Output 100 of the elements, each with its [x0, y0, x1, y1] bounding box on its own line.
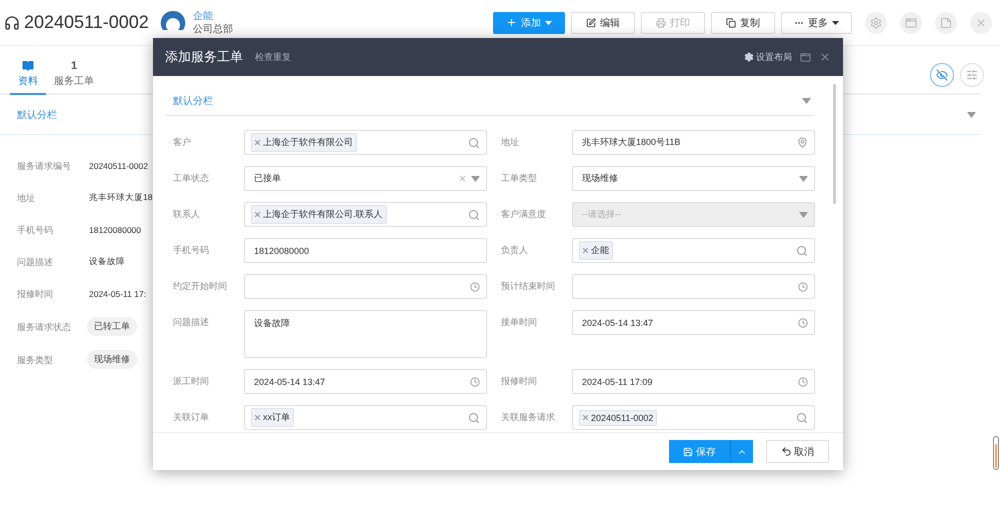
layout-button[interactable]: 设置布局 [744, 50, 792, 64]
clock-icon [798, 318, 808, 328]
remove-icon[interactable] [583, 415, 588, 420]
plus-icon [506, 17, 517, 28]
select-field[interactable]: 已接单 [244, 166, 487, 191]
field-label: 预计结束时间 [501, 280, 556, 293]
field-value: 设备故障 [89, 256, 126, 268]
search-icon [796, 412, 808, 424]
close-button[interactable] [970, 12, 992, 34]
status-tag: 已转工单 [87, 317, 137, 336]
eye-off-icon [936, 69, 948, 81]
field-label: 服务请求编号 [17, 160, 72, 173]
field-label: 派工时间 [173, 375, 210, 388]
field-label: 负责人 [501, 244, 529, 257]
datetime-field[interactable]: 2024-05-14 13:47 [244, 369, 487, 394]
cancel-button[interactable]: 取消 [766, 440, 829, 463]
lookup-field[interactable]: xx订单 [244, 405, 487, 430]
dropdown-icon [802, 98, 811, 104]
remove-icon[interactable] [255, 415, 260, 420]
settings-button[interactable] [865, 12, 887, 34]
datetime-field[interactable]: 2024-05-11 17:09 [572, 369, 815, 394]
input-field[interactable]: 18120080000 [244, 238, 487, 263]
field-label: 服务请求状态 [17, 320, 72, 334]
field-label: 工单状态 [173, 172, 210, 185]
field-value: 18120080000 [89, 225, 142, 235]
selected-tag: 上海企于软件有限公司.联系人 [251, 205, 387, 224]
selected-tag: 上海企于软件有限公司 [251, 133, 357, 152]
remove-icon[interactable] [255, 140, 260, 145]
field-label: 关联订单 [173, 411, 210, 424]
clock-icon [470, 282, 480, 292]
field-value: 20240511-0002 [89, 161, 149, 171]
field-value: 兆丰环球大厦18 [89, 192, 154, 204]
maximize-button[interactable] [800, 52, 811, 62]
selected-tag: xx订单 [251, 408, 294, 427]
field-value: 2024-05-11 17: [89, 289, 148, 299]
dropdown-icon [799, 212, 808, 218]
field-label: 手机号码 [17, 224, 54, 237]
lookup-field[interactable]: 企能 [572, 238, 815, 263]
field-label: 服务类型 [17, 354, 54, 366]
tab[interactable]: 1 服务工单 [46, 60, 102, 95]
field-label: 问题描述 [17, 256, 54, 269]
undo-icon [781, 446, 792, 457]
gear-icon [744, 52, 754, 62]
field-label: 地址 [17, 192, 36, 205]
close-button[interactable] [819, 51, 831, 63]
toolbar-button[interactable]: 更多 [781, 12, 852, 34]
selected-tag: 20240511-0002 [579, 410, 658, 426]
field-label: 客户 [173, 136, 192, 149]
field-label: 地址 [501, 136, 520, 149]
field-label: 手机号码 [173, 244, 210, 257]
copy-icon [726, 18, 736, 28]
window-icon [905, 16, 917, 28]
field-label: 客户满意度 [501, 208, 547, 221]
record-title: 20240511-0002 [24, 12, 149, 33]
textarea-field[interactable]: 设备故障 [244, 310, 487, 358]
user-org: 公司总部 [192, 22, 233, 36]
lookup-field[interactable]: 上海企于软件有限公司 [244, 130, 487, 155]
search-icon [796, 244, 808, 256]
clock-icon [470, 376, 480, 386]
save-options-button[interactable] [731, 440, 753, 463]
sliders-icon [966, 69, 978, 81]
field-label: 报修时间 [501, 375, 538, 388]
datetime-field[interactable] [244, 274, 487, 299]
field-label: 关联服务请求 [501, 411, 556, 424]
selected-tag: 企能 [579, 241, 613, 260]
clock-icon [798, 282, 808, 292]
map-pin-icon [797, 137, 808, 148]
lookup-field[interactable]: 20240511-0002 [572, 405, 815, 430]
window-button[interactable] [900, 12, 922, 34]
toolbar-button[interactable]: 复制 [711, 12, 775, 34]
address-field[interactable]: 兆丰环球大厦1800号11B [572, 130, 815, 155]
window-icon [800, 52, 811, 62]
pencil-icon [586, 18, 596, 28]
dropdown-icon [471, 176, 480, 182]
clock-icon [798, 376, 808, 386]
note-icon [940, 16, 952, 28]
toolbar-button[interactable]: 编辑 [571, 12, 635, 34]
search-icon [468, 208, 480, 220]
datetime-field[interactable]: 2024-05-14 13:47 [572, 310, 815, 335]
dialog-title: 添加服务工单 [165, 48, 243, 66]
remove-icon[interactable] [583, 248, 588, 253]
check-duplicate-link[interactable]: 检查重复 [255, 50, 291, 64]
hide-button[interactable] [930, 63, 954, 87]
caret-icon [545, 20, 552, 24]
status-tag: 现场维修 [87, 350, 137, 369]
field-label: 约定开始时间 [173, 280, 228, 293]
section-title: 默认分栏 [173, 94, 213, 108]
note-button[interactable] [935, 12, 957, 34]
lookup-field[interactable]: 上海企于软件有限公司.联系人 [244, 202, 487, 227]
remove-icon[interactable] [255, 212, 260, 217]
select-field[interactable]: 现场维修 [572, 166, 815, 191]
tab[interactable]: 资料 [10, 60, 46, 95]
search-icon [468, 412, 480, 424]
clear-icon[interactable] [458, 174, 467, 183]
gear-icon [870, 16, 882, 28]
field-label: 接单时间 [501, 316, 538, 329]
filter-button[interactable] [960, 63, 984, 87]
datetime-field[interactable] [572, 274, 815, 299]
save-icon [683, 446, 693, 456]
field-label: 问题描述 [173, 316, 210, 329]
